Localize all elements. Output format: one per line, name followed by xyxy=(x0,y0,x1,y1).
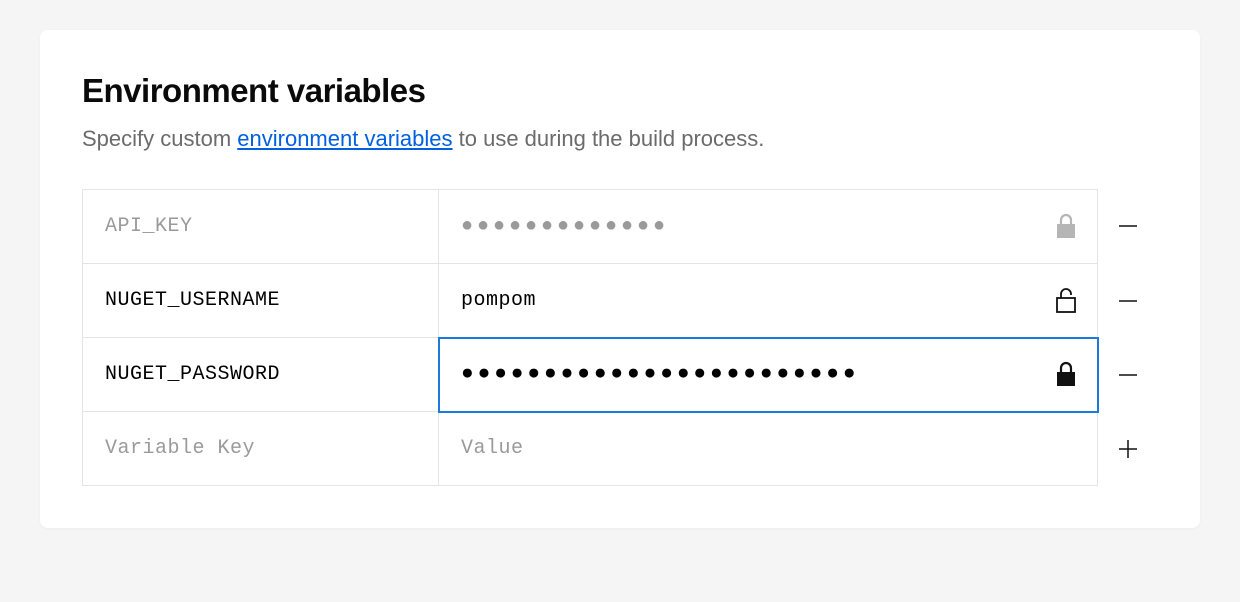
lock-toggle-button[interactable] xyxy=(1051,283,1081,317)
remove-var-button[interactable] xyxy=(1108,206,1148,246)
var-value-input[interactable] xyxy=(439,338,1097,411)
var-key-input[interactable] xyxy=(83,338,438,411)
lock-closed-icon xyxy=(1055,213,1077,239)
lock-closed-icon xyxy=(1055,361,1077,387)
var-value-cell xyxy=(439,412,1098,486)
new-var-value-input[interactable] xyxy=(439,412,1097,485)
var-value-cell xyxy=(439,189,1098,264)
var-key-input[interactable] xyxy=(83,190,438,263)
description-suffix: to use during the build process. xyxy=(453,126,765,151)
remove-var-button[interactable] xyxy=(1108,355,1148,395)
lock-toggle-button[interactable] xyxy=(1051,357,1081,391)
minus-icon xyxy=(1116,363,1140,387)
env-vars-docs-link[interactable]: environment variables xyxy=(237,126,452,151)
remove-var-button[interactable] xyxy=(1108,281,1148,321)
env-var-row xyxy=(82,189,1158,264)
env-var-row xyxy=(82,338,1158,412)
plus-icon xyxy=(1116,437,1140,461)
env-var-row xyxy=(82,264,1158,338)
env-vars-table xyxy=(82,189,1158,486)
lock-open-icon xyxy=(1055,287,1077,313)
description-prefix: Specify custom xyxy=(82,126,237,151)
var-value-cell xyxy=(439,338,1098,412)
env-var-new-row xyxy=(82,412,1158,486)
var-key-input[interactable] xyxy=(83,264,438,337)
var-value-input[interactable] xyxy=(439,190,1097,263)
env-vars-card: Environment variables Specify custom env… xyxy=(40,30,1200,528)
section-title: Environment variables xyxy=(82,72,1158,110)
minus-icon xyxy=(1116,214,1140,238)
new-var-key-input[interactable] xyxy=(83,412,438,485)
section-description: Specify custom environment variables to … xyxy=(82,124,1158,155)
add-var-button[interactable] xyxy=(1108,429,1148,469)
var-value-input[interactable] xyxy=(439,264,1097,337)
var-value-cell xyxy=(439,264,1098,338)
minus-icon xyxy=(1116,289,1140,313)
lock-toggle-button[interactable] xyxy=(1051,209,1081,243)
